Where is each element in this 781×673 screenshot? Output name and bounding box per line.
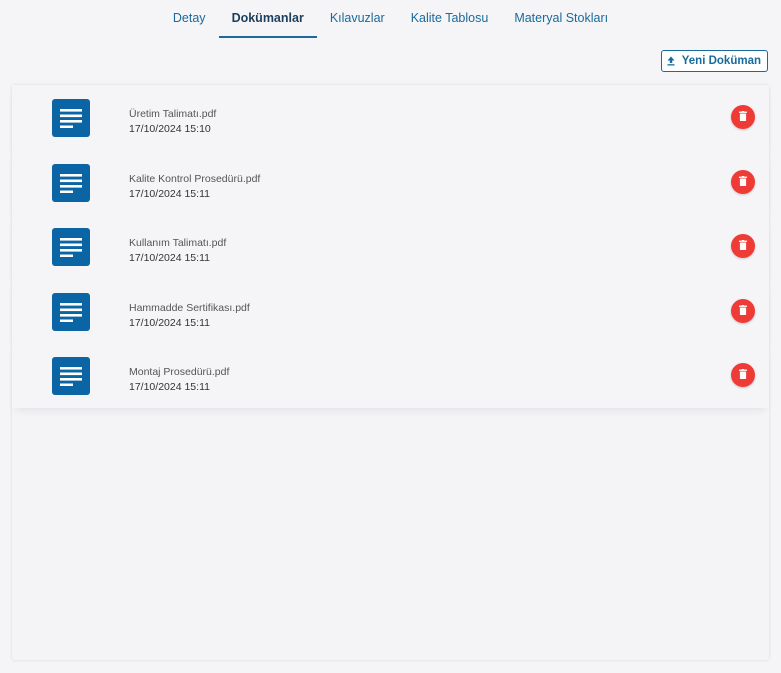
delete-button[interactable] [731,363,755,387]
document-name[interactable]: Kullanım Talimatı.pdf [129,236,226,251]
delete-button[interactable] [731,234,755,258]
document-row[interactable]: Üretim Talimatı.pdf 17/10/2024 15:10 [12,85,769,150]
new-document-button[interactable]: Yeni Doküman [660,50,768,72]
document-icon [52,357,90,395]
document-date: 17/10/2024 15:11 [129,381,210,393]
document-row[interactable]: Montaj Prosedürü.pdf 17/10/2024 15:11 [12,343,769,408]
document-list: Üretim Talimatı.pdf 17/10/2024 15:10 Kal… [12,85,769,408]
document-name[interactable]: Montaj Prosedürü.pdf [129,365,229,380]
document-info: Kullanım Talimatı.pdf 17/10/2024 15:11 [129,236,226,266]
document-info: Üretim Talimatı.pdf 17/10/2024 15:10 [129,107,216,137]
document-name[interactable]: Üretim Talimatı.pdf [129,107,216,122]
document-icon [52,163,90,202]
upload-icon [666,56,676,66]
tab-kalite-tablosu[interactable]: Kalite Tablosu [398,0,502,38]
documents-panel: Üretim Talimatı.pdf 17/10/2024 15:10 Kal… [12,85,769,660]
delete-button[interactable] [731,105,755,129]
document-info: Montaj Prosedürü.pdf 17/10/2024 15:11 [129,365,229,395]
tab-dokumanlar[interactable]: Dokümanlar [218,0,317,38]
document-row[interactable]: Hammadde Sertifikası.pdf 17/10/2024 15:1… [12,278,769,343]
trash-icon [739,108,747,126]
tab-detay[interactable]: Detay [160,0,219,38]
document-date: 17/10/2024 15:10 [129,123,211,135]
new-document-label: Yeni Doküman [681,55,761,67]
document-icon [52,99,90,137]
trash-icon [739,173,747,191]
document-info: Kalite Kontrol Prosedürü.pdf 17/10/2024 … [129,172,260,202]
tab-materyal-stoklari[interactable]: Materyal Stokları [501,0,621,38]
document-name[interactable]: Hammadde Sertifikası.pdf [129,301,250,316]
tab-kilavuzlar[interactable]: Kılavuzlar [317,0,398,38]
document-date: 17/10/2024 15:11 [129,187,210,200]
document-icon [52,292,90,331]
document-icon [52,228,90,266]
trash-icon [739,237,747,255]
trash-icon [739,302,747,320]
document-date: 17/10/2024 15:11 [129,316,210,329]
document-date: 17/10/2024 15:11 [129,252,210,264]
delete-button[interactable] [731,169,755,194]
tab-bar: Detay Dokümanlar Kılavuzlar Kalite Tablo… [0,0,781,38]
document-info: Hammadde Sertifikası.pdf 17/10/2024 15:1… [129,301,250,331]
document-row[interactable]: Kullanım Talimatı.pdf 17/10/2024 15:11 [12,214,769,279]
trash-icon [739,366,747,384]
delete-button[interactable] [731,298,755,323]
document-name[interactable]: Kalite Kontrol Prosedürü.pdf [129,172,260,187]
document-row[interactable]: Kalite Kontrol Prosedürü.pdf 17/10/2024 … [12,149,769,214]
